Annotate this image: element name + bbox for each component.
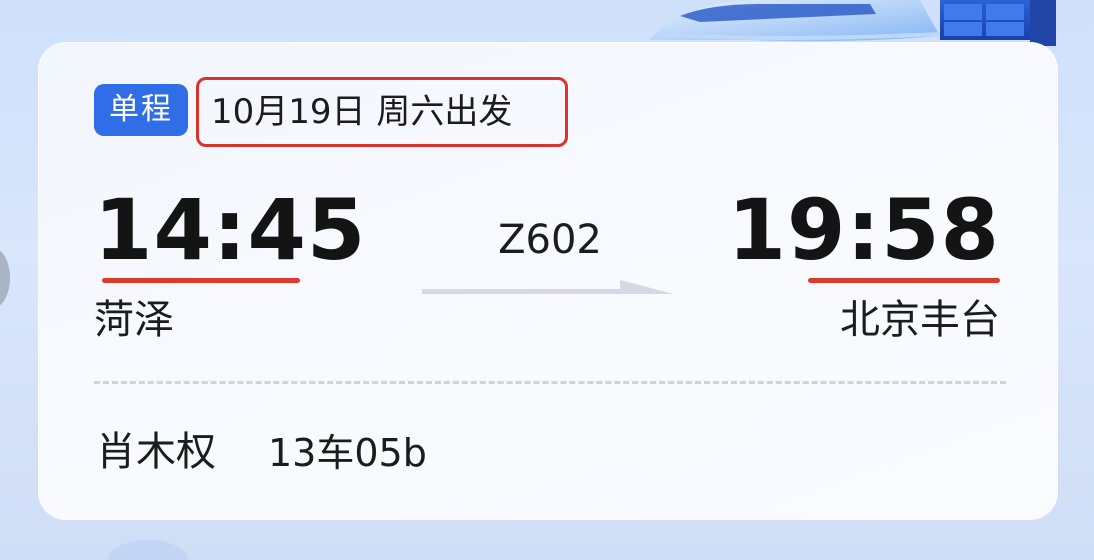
- arrival-time-underline: [808, 278, 1000, 283]
- departure-time-underline: [102, 278, 300, 283]
- ticket-card[interactable]: 单程 10月19日 周六出发 14:45 菏泽 Z602 19:58 北京丰台 …: [38, 42, 1058, 520]
- seat-info: 13车05b: [268, 431, 427, 475]
- departure-date-highlight: 10月19日 周六出发: [196, 77, 568, 147]
- departure-date: 10月19日 周六出发: [211, 92, 513, 132]
- right-arrow-icon: [422, 280, 674, 294]
- partial-shape-left-edge: [0, 248, 10, 308]
- arrival-station: 北京丰台: [840, 297, 1000, 343]
- departure-station: 菏泽: [94, 297, 174, 343]
- dashed-divider: [94, 381, 1006, 384]
- arrival-time: 19:58: [727, 181, 1000, 279]
- decorative-blob: [108, 540, 188, 560]
- train-number: Z602: [498, 217, 602, 263]
- trip-type-badge: 单程: [94, 84, 188, 136]
- departure-time: 14:45: [94, 181, 367, 279]
- passenger-name: 肖木权: [96, 429, 216, 475]
